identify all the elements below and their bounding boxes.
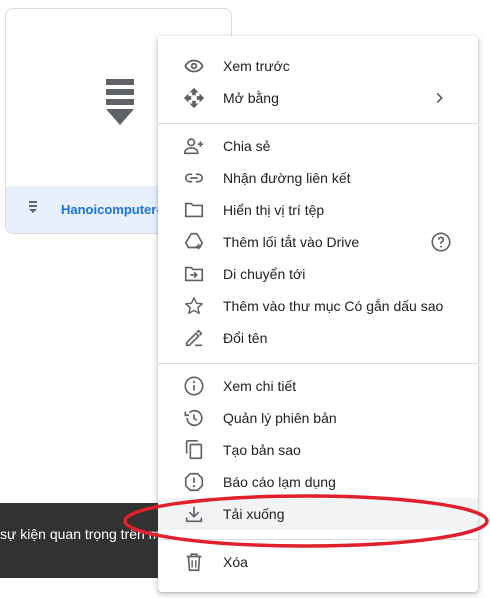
pencil-icon: [183, 327, 205, 349]
trash-icon: [183, 551, 205, 573]
menu-divider: [158, 363, 478, 364]
eye-icon: [183, 55, 205, 77]
menu-item-manage-versions[interactable]: Quản lý phiên bản: [158, 402, 478, 434]
chevron-right-icon: [436, 92, 443, 104]
archive-small-icon: [29, 201, 37, 213]
file-name[interactable]: Hanoicomputer-A: [61, 202, 170, 217]
history-icon: [183, 407, 205, 429]
menu-item-rename[interactable]: Đổi tên: [158, 322, 478, 354]
menu-label-view-details: Xem chi tiết: [223, 378, 297, 394]
menu-divider: [158, 123, 478, 124]
menu-label-report-abuse: Báo cáo lạm dụng: [223, 474, 336, 490]
folder-icon: [183, 199, 205, 221]
menu-label-move-to: Di chuyển tới: [223, 266, 306, 282]
menu-label-make-copy: Tạo bản sao: [223, 442, 301, 458]
menu-label-delete: Xóa: [223, 554, 248, 570]
link-icon: [183, 167, 205, 189]
copy-icon: [183, 439, 205, 461]
menu-item-get-link[interactable]: Nhận đường liên kết: [158, 162, 478, 194]
move-arrows-icon: [183, 87, 205, 109]
menu-item-show-location[interactable]: Hiển thị vị trí tệp: [158, 194, 478, 226]
add-person-icon: [183, 135, 205, 157]
menu-label-add-shortcut: Thêm lối tắt vào Drive: [223, 234, 360, 250]
menu-label-manage-versions: Quản lý phiên bản: [223, 410, 337, 426]
report-icon: [183, 471, 205, 493]
move-to-folder-icon: [183, 263, 205, 285]
menu-label-share: Chia sẻ: [223, 138, 271, 154]
menu-item-move-to[interactable]: Di chuyển tới: [158, 258, 478, 290]
menu-label-get-link: Nhận đường liên kết: [223, 170, 351, 186]
archive-file-icon: [106, 79, 134, 125]
menu-label-preview: Xem trước: [223, 58, 290, 74]
menu-label-add-starred: Thêm vào thư mục Có gắn dấu sao: [223, 298, 444, 314]
menu-label-show-location: Hiển thị vị trí tệp: [223, 202, 325, 218]
help-icon[interactable]: [430, 231, 452, 253]
menu-item-preview[interactable]: Xem trước: [158, 50, 478, 82]
menu-item-add-starred[interactable]: Thêm vào thư mục Có gắn dấu sao: [158, 290, 478, 322]
red-annotation-ellipse: [123, 494, 489, 548]
menu-item-view-details[interactable]: Xem chi tiết: [158, 370, 478, 402]
menu-label-rename: Đổi tên: [223, 330, 268, 346]
menu-item-make-copy[interactable]: Tạo bản sao: [158, 434, 478, 466]
menu-item-share[interactable]: Chia sẻ: [158, 130, 478, 162]
menu-item-open-with[interactable]: Mở bằng: [158, 82, 478, 114]
menu-label-open-with: Mở bằng: [223, 90, 279, 106]
star-icon: [183, 295, 205, 317]
info-icon: [183, 375, 205, 397]
menu-item-add-shortcut[interactable]: Thêm lối tắt vào Drive: [158, 226, 478, 258]
drive-shortcut-icon: [183, 231, 205, 253]
